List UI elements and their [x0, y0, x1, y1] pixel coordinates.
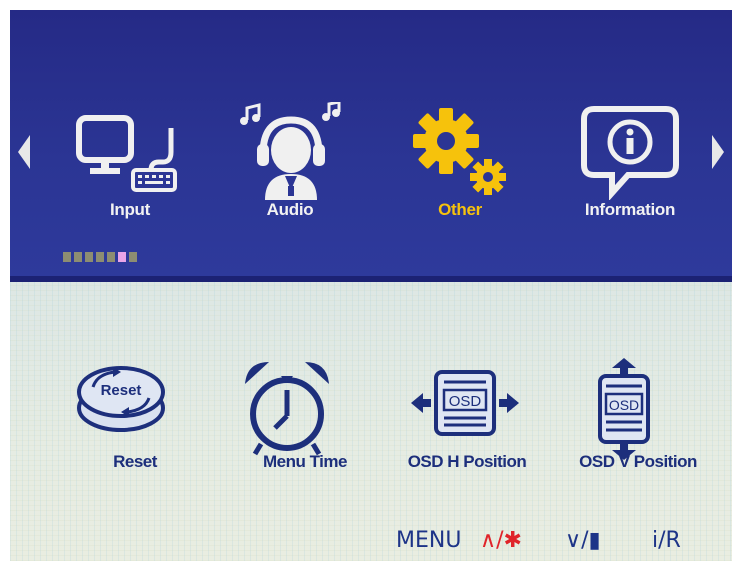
tab-audio-label: Audio: [266, 200, 314, 219]
item-reset-label: Reset: [113, 452, 157, 471]
tab-other[interactable]: Other: [400, 0, 520, 219]
arrow-right-icon[interactable]: [712, 135, 724, 169]
menu-key-hint: MENU: [396, 528, 462, 553]
item-osd-v-position-label: OSD V Position: [579, 452, 697, 471]
page-dot: [85, 252, 93, 262]
page-dot: [129, 252, 137, 262]
reset-icon-text: Reset: [101, 382, 142, 399]
page-dot-current: [118, 252, 126, 262]
tab-input[interactable]: Input: [70, 0, 190, 219]
arrow-left-icon[interactable]: [18, 135, 30, 169]
item-osd-h-position-label: OSD H Position: [407, 452, 527, 471]
gears-icon: [413, 108, 506, 195]
tab-audio[interactable]: Audio: [230, 0, 350, 219]
osd-vertical-icon: OSD: [598, 358, 650, 460]
osd-horizontal-icon: OSD: [411, 370, 519, 436]
page-dot: [107, 252, 115, 262]
page-dot: [74, 252, 82, 262]
up-key-hint: ∧/✱: [480, 528, 522, 553]
osd-v-icon-text: OSD: [609, 397, 639, 413]
page-indicator: [63, 252, 137, 262]
page-dot: [63, 252, 71, 262]
info-bubble-icon: [581, 106, 679, 200]
info-key-hint: i/R: [652, 528, 681, 553]
monitor-keyboard-icon: [76, 115, 177, 192]
reset-button-icon: Reset: [77, 366, 165, 432]
item-menu-time-label: Menu Time: [263, 452, 347, 471]
tab-other-label: Other: [438, 200, 482, 219]
tab-input-label: Input: [109, 200, 151, 219]
tab-information[interactable]: Information: [570, 0, 690, 219]
headphones-person-icon: [240, 102, 341, 200]
page-dot: [96, 252, 104, 262]
down-key-hint: ∨/▮: [565, 528, 601, 553]
tab-information-label: Information: [584, 200, 676, 219]
osd-h-icon-text: OSD: [449, 393, 482, 410]
alarm-clock-icon: [245, 362, 329, 456]
